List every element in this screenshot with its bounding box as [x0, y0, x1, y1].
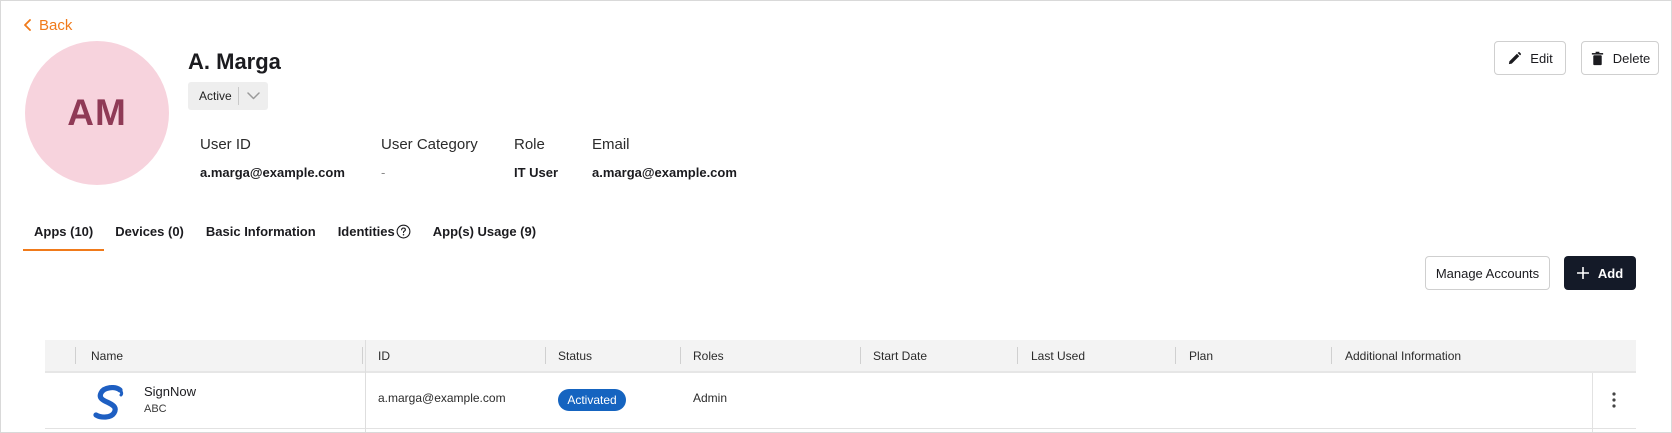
cell-roles: Admin [693, 391, 728, 405]
info-label: User ID [200, 136, 251, 153]
column-header-roles[interactable]: Roles [693, 340, 724, 371]
pencil-icon [1509, 51, 1522, 64]
status-badge: Activated [558, 389, 626, 411]
tab-bar: Apps (10) Devices (0) Basic Information … [23, 211, 547, 251]
back-link[interactable]: Back [23, 15, 72, 35]
column-divider [1017, 347, 1018, 364]
trash-icon [1591, 51, 1603, 65]
column-header-name[interactable]: Name [91, 340, 123, 371]
column-divider [860, 347, 861, 364]
edit-button[interactable]: Edit [1494, 41, 1566, 75]
column-header-additional-information[interactable]: Additional Information [1345, 340, 1461, 371]
signnow-logo-icon [93, 385, 124, 420]
kebab-menu-icon [1612, 392, 1616, 408]
user-name: A. Marga [188, 49, 281, 74]
tab-basic-information[interactable]: Basic Information [195, 211, 327, 251]
column-divider [1331, 347, 1332, 364]
tab-apps[interactable]: Apps (10) [23, 211, 105, 251]
column-divider [545, 347, 546, 364]
column-divider [680, 347, 681, 364]
status-select[interactable]: Active [188, 82, 268, 110]
tab-label: Apps (10) [34, 223, 94, 239]
name-column-divider [365, 340, 366, 432]
tab-label: Basic Information [205, 223, 316, 239]
info-label: Email [592, 136, 630, 153]
table-header: Name ID Status Roles Start Date Last Use… [45, 340, 1636, 371]
info-user-category: User Category - [381, 136, 478, 180]
info-user-id: User ID a.marga@example.com [200, 136, 345, 180]
column-header-start-date[interactable]: Start Date [873, 340, 927, 371]
app-subtitle: ABC [144, 403, 167, 415]
column-divider [75, 347, 76, 364]
delete-button-label: Delete [1612, 50, 1651, 66]
plus-icon [1576, 267, 1589, 279]
info-label: Role [514, 136, 545, 153]
page-frame: Back AM A. Marga Active User ID a.marga@… [0, 0, 1672, 433]
column-divider [362, 347, 363, 364]
chevron-left-icon [24, 19, 31, 31]
info-role: Role IT User [514, 136, 558, 180]
manage-accounts-button[interactable]: Manage Accounts [1425, 256, 1550, 290]
info-value: a.marga@example.com [200, 165, 345, 180]
app-name[interactable]: SignNow [144, 384, 196, 399]
avatar: AM [25, 41, 169, 185]
tab-label: App(s) Usage (9) [432, 223, 537, 239]
column-header-id[interactable]: ID [378, 340, 390, 371]
back-label: Back [39, 16, 73, 34]
column-divider [1175, 347, 1176, 364]
info-value: IT User [514, 165, 559, 180]
actions-column-divider [1592, 373, 1593, 432]
chevron-down-icon [239, 92, 267, 100]
info-label: User Category [381, 136, 478, 153]
cell-id: a.marga@example.com [378, 391, 506, 405]
tab-devices[interactable]: Devices (0) [104, 211, 195, 251]
table-row[interactable] [45, 371, 1636, 429]
avatar-initials: AM [67, 92, 127, 133]
tab-identities[interactable]: Identities [327, 211, 422, 251]
edit-button-label: Edit [1530, 50, 1553, 66]
tab-label: Devices (0) [115, 223, 184, 239]
info-value: a.marga@example.com [592, 165, 737, 180]
add-button-label: Add [1597, 265, 1624, 281]
column-header-plan[interactable]: Plan [1189, 340, 1213, 371]
info-email: Email a.marga@example.com [592, 136, 737, 180]
manage-accounts-label: Manage Accounts [1435, 265, 1540, 281]
column-header-last-used[interactable]: Last Used [1031, 340, 1085, 371]
status-select-value: Active [199, 89, 232, 103]
tab-label: Identities [337, 223, 395, 239]
delete-button[interactable]: Delete [1581, 41, 1659, 75]
column-header-status[interactable]: Status [558, 340, 592, 371]
tab-apps-usage[interactable]: App(s) Usage (9) [422, 211, 547, 251]
question-circle-icon[interactable] [396, 224, 411, 239]
info-value: - [381, 165, 386, 180]
add-button[interactable]: Add [1564, 256, 1636, 290]
row-more-actions-button[interactable] [1607, 389, 1621, 411]
